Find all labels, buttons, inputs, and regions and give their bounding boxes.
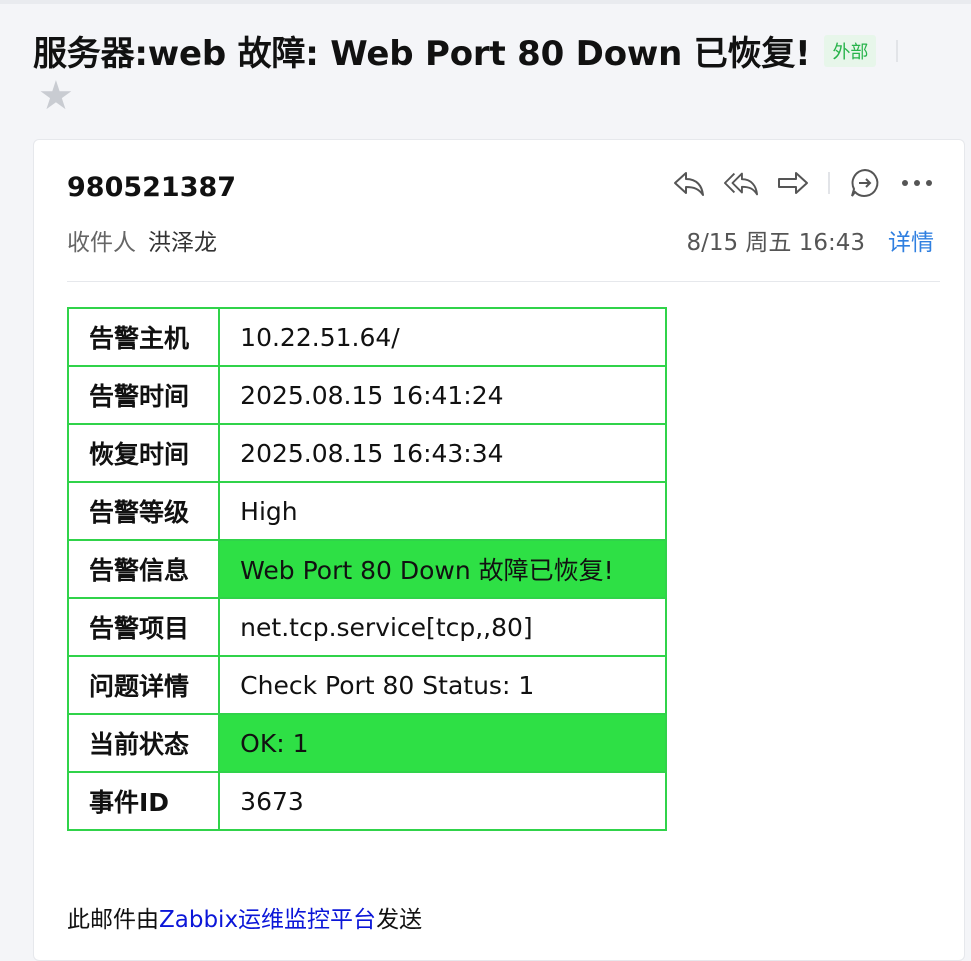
row-key: 问题详情 (66, 655, 221, 715)
row-key: 告警等级 (66, 481, 221, 541)
email-date: 8/15 周五 16:43 (686, 230, 865, 256)
row-value: 3673 (218, 771, 667, 831)
forward-icon[interactable] (776, 166, 810, 200)
row-value: 10.22.51.64/ (218, 307, 667, 367)
row-value: 2025.08.15 16:41:24 (218, 365, 667, 425)
subject-separator (896, 39, 899, 62)
table-row: 告警主机 10.22.51.64/ (66, 307, 667, 367)
comment-icon[interactable] (848, 166, 882, 200)
alert-table: 告警主机 10.22.51.64/ 告警时间 2025.08.15 16:41:24… (66, 307, 667, 831)
star-icon[interactable]: ★ (38, 76, 74, 116)
footer-prefix: 此邮件由 (67, 907, 159, 933)
more-icon[interactable] (900, 166, 934, 200)
header-divider (67, 281, 940, 282)
row-value-highlight: Web Port 80 Down 故障已恢复! (218, 539, 667, 599)
table-row: 告警时间 2025.08.15 16:41:24 (66, 365, 667, 425)
zabbix-link[interactable]: Zabbix运维监控平台 (159, 907, 376, 933)
row-value: Check Port 80 Status: 1 (218, 655, 667, 715)
reply-all-icon[interactable] (724, 166, 758, 200)
email-actions (672, 166, 934, 200)
row-key: 事件ID (66, 771, 221, 831)
row-key: 当前状态 (66, 713, 221, 773)
row-value: High (218, 481, 667, 541)
table-row: 告警项目 net.tcp.service[tcp,,80] (66, 597, 667, 657)
reply-icon[interactable] (672, 166, 706, 200)
sender-name: 980521387 (67, 172, 237, 203)
row-value: 2025.08.15 16:43:34 (218, 423, 667, 483)
email-subject: 服务器:web 故障: Web Port 80 Down 已恢复! (33, 34, 811, 74)
row-key: 告警主机 (66, 307, 221, 367)
table-row: 当前状态 OK: 1 (66, 713, 667, 773)
actions-separator (828, 172, 830, 194)
table-row: 事件ID 3673 (66, 771, 667, 831)
table-row: 告警等级 High (66, 481, 667, 541)
recipient-name[interactable]: 洪泽龙 (148, 230, 217, 256)
recipient-label: 收件人 (67, 230, 136, 256)
row-key: 告警项目 (66, 597, 221, 657)
row-key: 告警信息 (66, 539, 221, 599)
footer-suffix: 发送 (376, 907, 423, 933)
row-value: net.tcp.service[tcp,,80] (218, 597, 667, 657)
details-link[interactable]: 详情 (888, 223, 934, 257)
row-key: 恢复时间 (66, 423, 221, 483)
email-card: 980521387 收件人 洪泽龙 8/15 周五 16:43 详情 告警主机 10… (33, 139, 965, 961)
top-divider (0, 0, 971, 4)
table-row: 问题详情 Check Port 80 Status: 1 (66, 655, 667, 715)
subject-row: 服务器:web 故障: Web Port 80 Down 已恢复! 外部 (33, 26, 933, 75)
table-row: 告警信息 Web Port 80 Down 故障已恢复! (66, 539, 667, 599)
table-row: 恢复时间 2025.08.15 16:43:34 (66, 423, 667, 483)
email-footer: 此邮件由Zabbix运维监控平台发送 (67, 900, 422, 934)
row-key: 告警时间 (66, 365, 221, 425)
recipient-row: 收件人 洪泽龙 (67, 223, 217, 257)
external-tag: 外部 (824, 34, 877, 67)
row-value-highlight: OK: 1 (218, 713, 667, 773)
